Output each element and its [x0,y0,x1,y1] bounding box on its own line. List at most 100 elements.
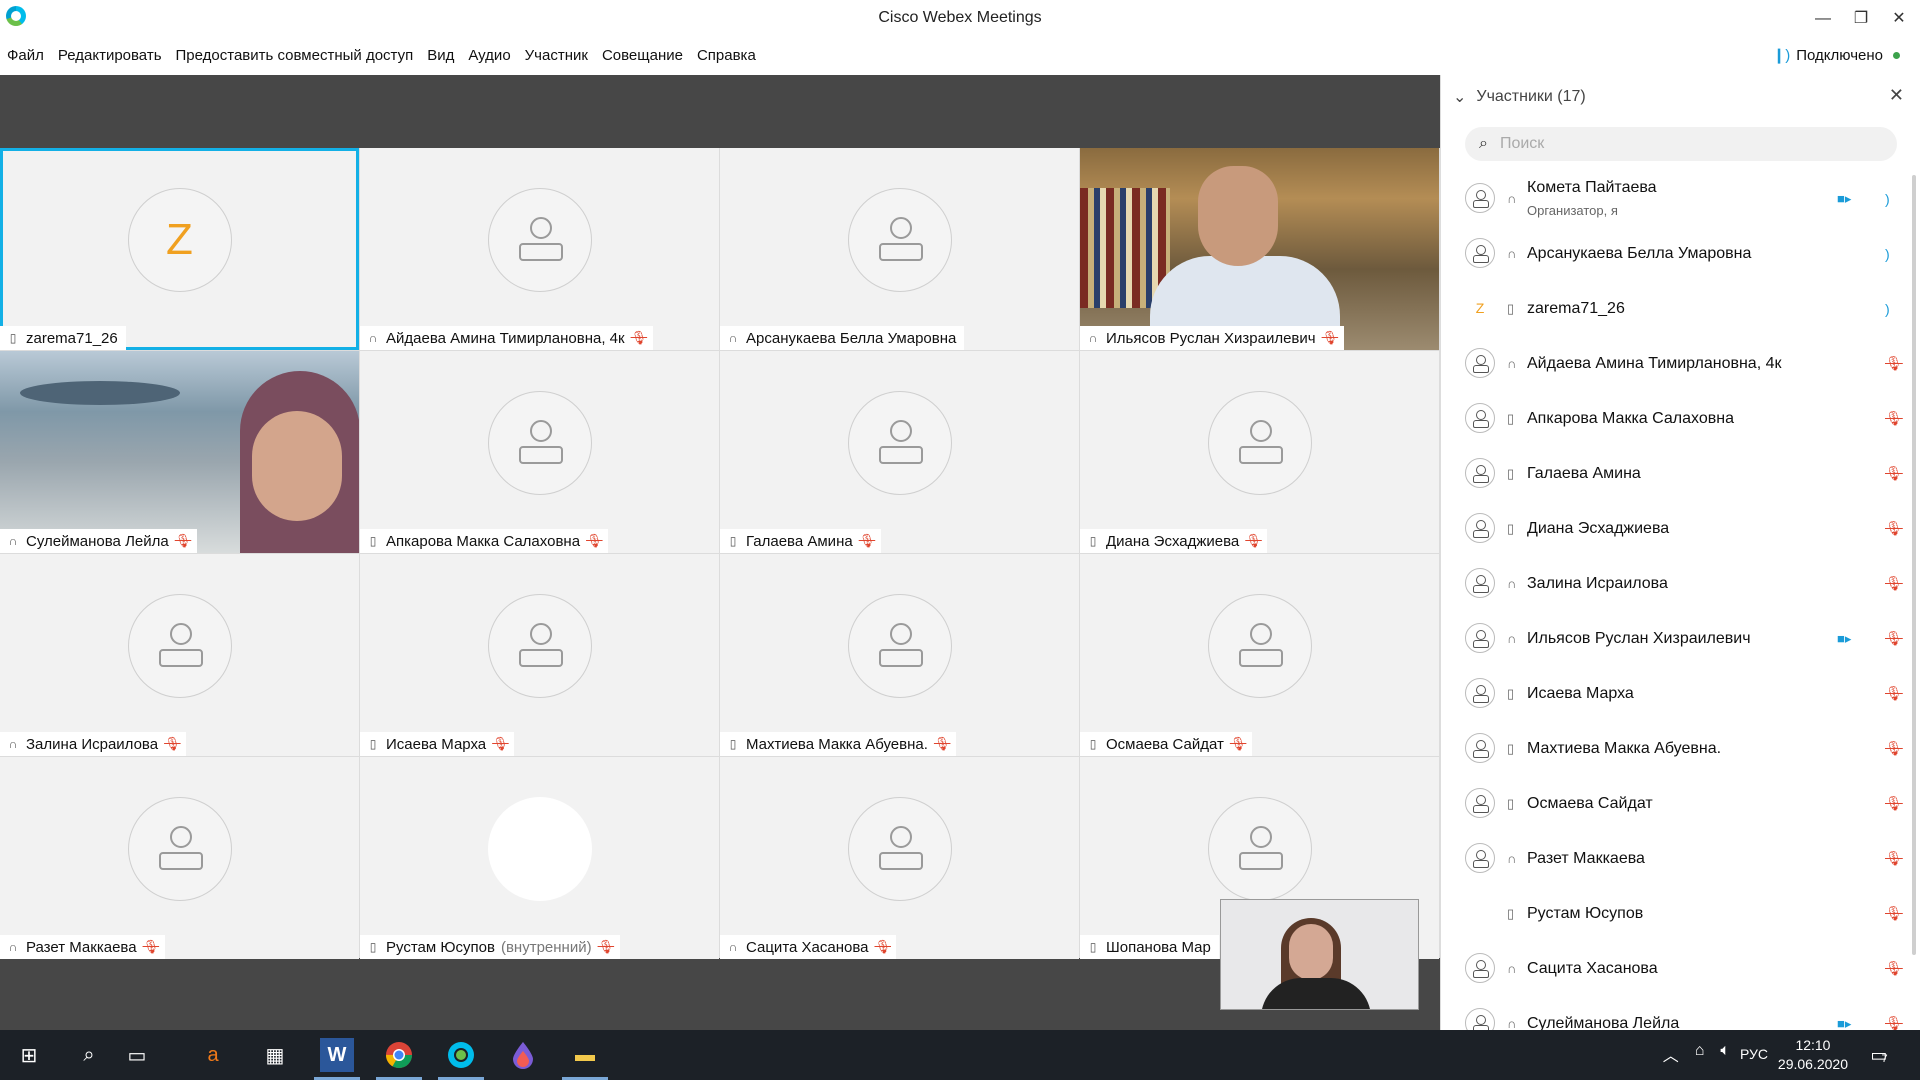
participant-row[interactable]: ∩ Разет Маккаева 🎙︎ [1465,831,1905,886]
participant-list-scrollbar[interactable] [1912,175,1916,955]
minimize-button[interactable]: — [1808,6,1838,32]
participant-row[interactable]: ∩ Комета Пайтаева Организатор, я ■▸) [1465,171,1905,226]
participant-video [0,351,359,553]
mic-muted-icon[interactable]: 🎙︎ [1885,960,1903,977]
mic-muted-icon[interactable]: 🎙︎ [1885,905,1903,922]
mic-muted-icon[interactable]: 🎙︎ [1885,740,1903,757]
mic-muted-icon[interactable]: 🎙︎ [1885,795,1903,812]
user-avatar-icon [1465,678,1495,708]
participant-row[interactable]: ▯ Рустам Юсупов 🎙︎ [1465,886,1905,941]
chrome-icon[interactable] [376,1038,422,1080]
video-tile[interactable]: ▯ Махтиева Макка Абуевна. 🎙︎ [720,554,1079,756]
calculator-icon[interactable]: ▦ [258,1038,292,1072]
notification-count: 7 [1881,1053,1888,1065]
video-tile[interactable]: ∩ Залина Исраилова 🎙︎ [0,554,359,756]
word-icon[interactable]: W [314,1038,360,1080]
video-tile[interactable]: ∩ Айдаева Амина Тимирлановна, 4к 🎙︎ [360,148,719,350]
menu-audio[interactable]: Аудио [461,44,517,68]
video-tile[interactable]: ▯ Осмаева Сайдат 🎙︎ [1080,554,1439,756]
video-tile[interactable]: ▯ Апкарова Макка Салаховна 🎙︎ [360,351,719,553]
menu-edit[interactable]: Редактировать [51,44,169,68]
video-tile[interactable]: ▯ Галаева Амина 🎙︎ [720,351,1079,553]
chevron-down-icon[interactable]: ⌄ [1453,87,1466,107]
participant-row[interactable]: ∩ Ильясов Руслан Хизраилевич ■▸ 🎙︎ [1465,611,1905,666]
video-tile[interactable]: ∩ Разет Маккаева 🎙︎ [0,757,359,959]
phone-icon: ▯ [729,737,737,751]
menu-file[interactable]: Файл [0,44,51,68]
volume-icon[interactable]: 🔈︎ [1720,1042,1730,1066]
close-window-button[interactable]: ✕ [1884,6,1914,32]
participant-name: Махтиева Макка Абуевна. [1527,739,1722,757]
mic-muted-icon[interactable]: 🎙︎ [1885,850,1903,867]
menu-view[interactable]: Вид [420,44,461,68]
mic-muted-icon[interactable]: 🎙︎ [1885,630,1903,647]
participant-name: Залина Исраилова [1527,574,1668,592]
participant-row[interactable]: ▯ Апкарова Макка Салаховна 🎙︎ [1465,391,1905,446]
participant-row[interactable]: ▯ Исаева Марха 🎙︎ [1465,666,1905,721]
video-tile[interactable]: ∩ Ильясов Руслан Хизраилевич 🎙︎ [1080,148,1439,350]
task-view-icon[interactable]: ▭ [120,1038,154,1072]
menu-help[interactable]: Справка [690,44,763,68]
mic-muted-icon[interactable]: 🎙︎ [1885,520,1903,537]
video-tile[interactable]: Z ▯ zarema71_26 [0,148,359,350]
participant-name: Комета Пайтаева [1527,179,1657,196]
menu-bar: Файл Редактировать Предоставить совместн… [0,44,763,68]
participant-row[interactable]: ▯ Махтиева Макка Абуевна. 🎙︎ [1465,721,1905,776]
video-tile[interactable]: ▯ Диана Эсхаджиева 🎙︎ [1080,351,1439,553]
mic-muted-icon: 🎙︎ [1321,330,1339,345]
mic-active-icon[interactable]: ) [1885,246,1890,262]
self-view-video[interactable] [1220,899,1419,1010]
participant-row[interactable]: ∩ Арсанукаева Белла Умаровна) [1465,226,1905,281]
file-explorer-icon[interactable]: ▬ [562,1038,608,1080]
video-tile[interactable]: ∩ Сацита Хасанова 🎙︎ [720,757,1079,959]
participant-search-input[interactable]: ⌕ Поиск [1465,127,1897,161]
mic-muted-icon[interactable]: 🎙︎ [1885,355,1903,372]
connection-status[interactable]: ❙) Подключено [1773,46,1900,64]
mic-active-icon[interactable]: ) [1885,301,1890,317]
user-avatar-icon [1465,513,1495,543]
participant-row[interactable]: ∩ Залина Исраилова 🎙︎ [1465,556,1905,611]
participant-row[interactable]: ▯ Осмаева Сайдат 🎙︎ [1465,776,1905,831]
video-tile[interactable]: ∩ Арсанукаева Белла Умаровна [720,148,1079,350]
mic-muted-icon[interactable]: 🎙︎ [1885,465,1903,482]
video-tile[interactable]: ∩ Сулейманова Лейла 🎙︎ [0,351,359,553]
participant-name: Апкарова Макка Салаховна [1527,409,1734,427]
windows-start-icon[interactable]: ⊞ [12,1038,46,1072]
restore-button[interactable]: ❐ [1846,6,1876,32]
language-indicator[interactable]: РУС [1740,1046,1768,1062]
mic-muted-icon[interactable]: 🎙︎ [1885,685,1903,702]
participant-name: Галаева Амина [1527,464,1641,482]
clock-date: 29.06.2020 [1777,1056,1848,1072]
network-icon[interactable]: ⌂ [1695,1042,1705,1066]
tile-name-label: ▯ Осмаева Сайдат 🎙︎ [1080,732,1252,756]
menu-share[interactable]: Предоставить совместный доступ [169,44,421,68]
participant-row[interactable]: ∩ Айдаева Амина Тимирлановна, 4к 🎙︎ [1465,336,1905,391]
mic-muted-icon[interactable]: 🎙︎ [1885,575,1903,592]
clock[interactable]: 12:10 29.06.2020 [1778,1036,1848,1074]
chevron-up-icon[interactable]: ︿ [1663,1042,1679,1066]
participant-row[interactable]: ▯ Диана Эсхаджиева 🎙︎ [1465,501,1905,556]
webex-taskbar-icon[interactable] [438,1038,484,1080]
participant-row[interactable]: ▯ Галаева Амина 🎙︎ [1465,446,1905,501]
participant-row[interactable]: Z ▯ zarema71_26) [1465,281,1905,336]
panel-header[interactable]: ⌄ Участники (17) [1453,87,1586,107]
participant-name: Сацита Хасанова [746,938,869,956]
user-avatar-icon [1465,348,1495,378]
mic-muted-icon[interactable]: 🎙︎ [1885,410,1903,427]
paint-drop-icon[interactable] [506,1038,540,1072]
participant-name: Диана Эсхаджиева [1527,519,1670,537]
video-tile[interactable]: ▯ Исаева Марха 🎙︎ [360,554,719,756]
participant-video [1080,148,1439,350]
participant-row[interactable]: ∩ Сацита Хасанова 🎙︎ [1465,941,1905,996]
close-panel-icon[interactable]: ✕ [1889,85,1904,106]
notifications-icon[interactable]: ▭ 7 [1862,1038,1896,1072]
video-tile[interactable]: ▯ Рустам Юсупов (внутренний) 🎙︎ [360,757,719,959]
menu-participant[interactable]: Участник [518,44,595,68]
search-icon[interactable]: ⌕ [72,1038,106,1072]
mic-active-icon[interactable]: ) [1885,191,1890,207]
participant-name: Шопанова Мар [1106,938,1211,956]
phone-icon: ▯ [1507,795,1515,811]
title-bar: Cisco Webex Meetings — ❐ ✕ [0,0,1920,38]
avast-icon[interactable]: a [196,1038,230,1072]
menu-meeting[interactable]: Совещание [595,44,690,68]
